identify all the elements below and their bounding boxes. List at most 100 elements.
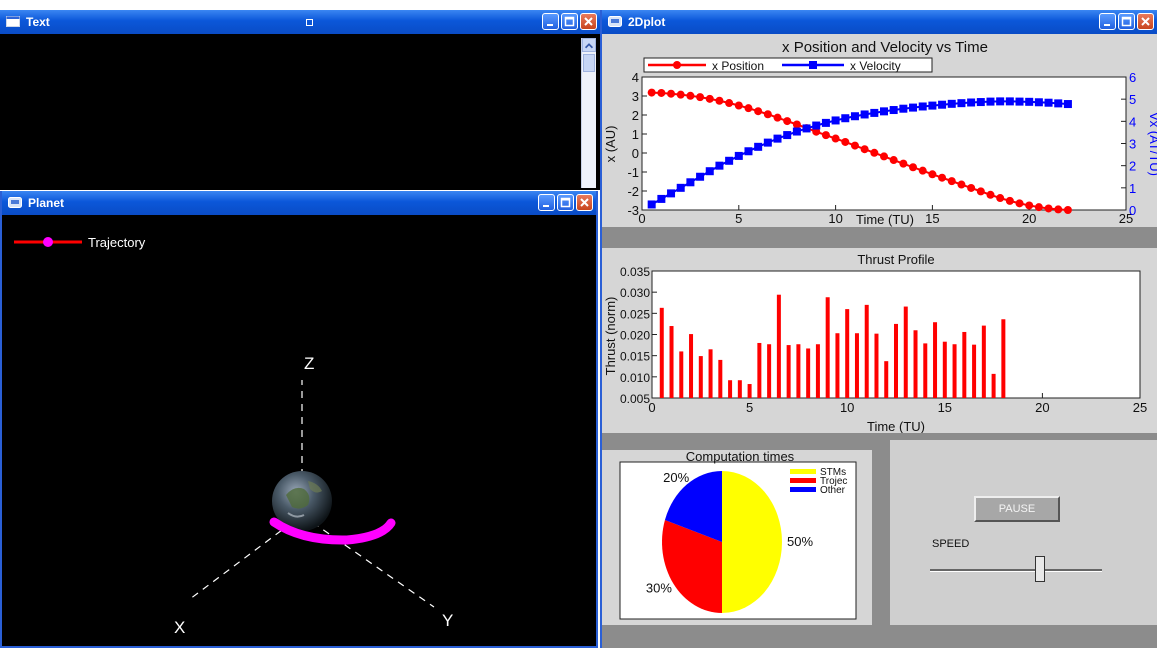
position-point (918, 166, 927, 175)
velocity-point (647, 200, 656, 209)
trajectory-legend: Trajectory (14, 235, 146, 250)
thrust-bar (776, 294, 781, 398)
velocity-point (967, 98, 976, 107)
y-tick-label: 0.035 (620, 265, 650, 279)
thrust-bar (786, 345, 791, 398)
maximize-button[interactable] (557, 194, 574, 211)
position-point (657, 88, 666, 97)
y2-tick-label: 6 (1129, 70, 1136, 85)
thrust-bar (708, 349, 713, 398)
maximize-button[interactable] (561, 13, 578, 30)
thrust-bar (981, 325, 986, 398)
maximize-icon (560, 197, 571, 208)
x-tick-label: 25 (1133, 400, 1147, 415)
position-velocity-panel: x Position and Velocity vs Time Time (TU… (602, 34, 1157, 227)
velocity-point (870, 108, 879, 117)
minimize-button[interactable] (542, 13, 559, 30)
position-point (676, 90, 685, 99)
velocity-point (1025, 97, 1034, 106)
chart-plot-area (641, 76, 1127, 211)
position-point (754, 107, 763, 116)
chevron-up-icon (584, 43, 594, 49)
position-point (1025, 201, 1034, 210)
y-tick-label: 3 (632, 89, 639, 104)
close-button[interactable] (580, 13, 597, 30)
thrust-profile-chart: Thrust Profile Time (TU) Thrust (norm) 0… (603, 252, 1147, 434)
y2-tick-label: 1 (1129, 181, 1136, 196)
thrust-bar (854, 333, 859, 398)
text-window-titlebar[interactable]: Text (0, 10, 600, 34)
y2-tick-label: 0 (1129, 203, 1136, 218)
y2-axis-label: Vx (AT/TU) (1147, 112, 1157, 176)
speed-slider[interactable] (930, 556, 1102, 582)
x-tick-label: 10 (828, 211, 842, 226)
velocity-point (909, 103, 918, 112)
text-window-scrollbar[interactable] (581, 38, 596, 188)
position-point (889, 156, 898, 165)
y-axis-label: Y (442, 611, 453, 630)
position-point (783, 117, 792, 126)
y2-tick-label: 4 (1129, 114, 1136, 129)
velocity-point (889, 106, 898, 115)
velocity-point (976, 98, 985, 107)
y-tick-label: 0 (632, 146, 639, 161)
z-axis-label: Z (304, 354, 314, 373)
position-point (715, 96, 724, 105)
velocity-point (763, 138, 772, 147)
thrust-bar (952, 344, 957, 398)
planet-viewport[interactable]: Trajectory Z X Y (2, 215, 596, 646)
thrust-bar (835, 333, 840, 398)
position-point (850, 141, 859, 150)
plot-window-titlebar[interactable]: 2Dplot (602, 10, 1157, 34)
x-tick-label: 15 (938, 400, 952, 415)
maximize-button[interactable] (1118, 13, 1135, 30)
y-tick-label: 0.015 (620, 350, 650, 364)
thrust-bar (757, 342, 762, 398)
minimize-icon (547, 24, 553, 26)
x-tick-label: 20 (1035, 400, 1049, 415)
position-point (686, 91, 695, 100)
planet-window-title: Planet (28, 196, 65, 210)
controls-panel: PAUSE SPEED (890, 440, 1157, 625)
chart-legend: x Position x Velocity (643, 57, 933, 73)
position-point (667, 89, 676, 98)
planet-window: Planet Trajectory Z X Y (0, 191, 598, 648)
pause-button[interactable]: PAUSE (974, 496, 1060, 522)
velocity-point (947, 99, 956, 108)
x-tick-label: 20 (1022, 211, 1036, 226)
x-axis-label: Time (TU) (856, 212, 914, 227)
position-point (957, 180, 966, 189)
close-button[interactable] (1137, 13, 1154, 30)
thrust-bar (884, 361, 889, 398)
x-tick-label: 0 (638, 211, 645, 226)
velocity-point (812, 121, 821, 130)
speed-slider-thumb[interactable] (1035, 556, 1046, 582)
thrust-bar (679, 351, 684, 398)
position-point (696, 93, 705, 102)
velocity-point (725, 156, 734, 165)
position-point (880, 152, 888, 161)
planet-window-titlebar[interactable]: Planet (2, 191, 596, 215)
position-point (821, 131, 830, 140)
scroll-thumb[interactable] (583, 54, 595, 72)
velocity-point (744, 147, 753, 156)
maximize-icon (1121, 16, 1132, 27)
velocity-point (986, 97, 995, 106)
pie-legend-swatch (790, 469, 816, 474)
velocity-point (880, 107, 888, 116)
position-point (734, 101, 743, 110)
legend-marker (43, 237, 53, 247)
thrust-bar (825, 297, 830, 398)
velocity-point (996, 97, 1005, 106)
thrust-bar (845, 309, 850, 398)
planet-scene[interactable]: Trajectory Z X Y (2, 215, 596, 648)
minimize-icon (1104, 24, 1110, 26)
velocity-point (1044, 98, 1053, 107)
text-window-title: Text (26, 15, 50, 29)
x-tick-label: 10 (840, 400, 854, 415)
scroll-up-button[interactable] (582, 38, 596, 52)
minimize-button[interactable] (1099, 13, 1116, 30)
minimize-button[interactable] (538, 194, 555, 211)
position-point (928, 170, 937, 179)
close-button[interactable] (576, 194, 593, 211)
